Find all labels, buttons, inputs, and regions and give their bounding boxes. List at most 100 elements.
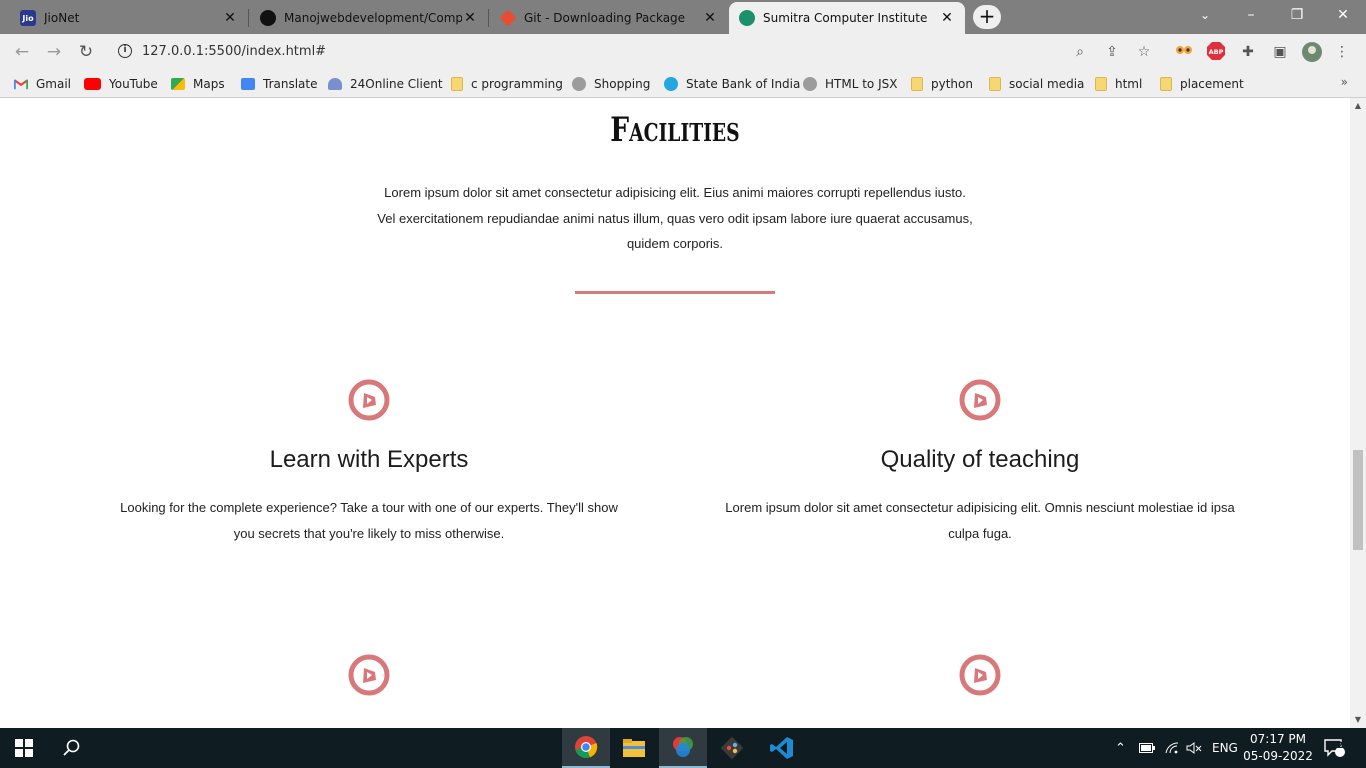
section-heading: Facilities <box>610 110 740 150</box>
address-bar[interactable]: i 127.0.0.1:5500/index.html# <box>110 38 1162 66</box>
minimize-button[interactable]: – <box>1228 0 1274 30</box>
git-icon[interactable] <box>708 728 756 768</box>
bookmark-label: c programming <box>471 77 563 91</box>
24online-icon <box>328 78 342 90</box>
extensions-puzzle-icon[interactable]: ✚ <box>1238 42 1258 62</box>
feature-card: Quality of teaching Lorem ipsum dolor si… <box>720 378 1240 558</box>
folder-icon <box>451 77 463 91</box>
close-icon[interactable]: ✕ <box>222 10 238 26</box>
bookmark-label: Gmail <box>36 77 72 91</box>
bookmark-html[interactable]: html <box>1095 75 1142 93</box>
extension-owl-icon[interactable] <box>1174 42 1194 62</box>
profile-avatar-icon[interactable] <box>1302 42 1322 62</box>
bookmark-translate[interactable]: Translate <box>241 75 318 93</box>
bookmark-c-programming[interactable]: c programming <box>451 75 563 93</box>
start-windows-icon[interactable] <box>0 728 48 768</box>
page-scrollbar[interactable]: ▲ ▼ <box>1350 98 1366 728</box>
browser-toolbar: ← → ↻ i 127.0.0.1:5500/index.html# ⌕ ⇪ ☆… <box>0 34 1366 70</box>
close-icon[interactable]: ✕ <box>702 10 718 26</box>
play-circle-icon <box>959 654 1001 696</box>
info-icon[interactable]: i <box>118 44 132 58</box>
bookmark-html-to-jsx[interactable]: HTML to JSX <box>803 75 897 93</box>
adblock-plus-icon[interactable]: ABP <box>1206 42 1226 62</box>
battery-icon[interactable] <box>1139 728 1155 768</box>
side-panel-icon[interactable]: ▣ <box>1270 42 1290 62</box>
tab-search-icon[interactable]: ⌄ <box>1182 0 1228 30</box>
new-tab-button[interactable]: + <box>973 5 1001 29</box>
scroll-up-icon[interactable]: ▲ <box>1350 98 1366 114</box>
close-window-button[interactable]: ✕ <box>1320 0 1366 30</box>
paint-icon[interactable] <box>659 728 707 768</box>
wifi-icon[interactable] <box>1165 728 1179 768</box>
feature-card <box>109 653 629 728</box>
back-icon[interactable]: ← <box>10 41 34 63</box>
menu-kebab-icon[interactable]: ⋮ <box>1332 42 1352 62</box>
folder-icon <box>989 77 1001 91</box>
youtube-icon <box>84 78 101 90</box>
bookmark-social-media[interactable]: social media <box>989 75 1084 93</box>
notifications-icon[interactable]: 2 <box>1324 728 1346 768</box>
feature-card: Learn with Experts Looking for the compl… <box>109 378 629 558</box>
bookmark-label: HTML to JSX <box>825 77 898 91</box>
bookmarks-bar: Gmail YouTube Maps Translate 24Online Cl… <box>0 70 1366 98</box>
bookmark-24online[interactable]: 24Online Client <box>328 75 443 93</box>
share-icon[interactable]: ⇪ <box>1102 42 1122 62</box>
folder-icon <box>1095 77 1107 91</box>
bookmark-label: placement <box>1180 77 1244 91</box>
chrome-icon[interactable] <box>562 728 610 768</box>
bookmark-python[interactable]: python <box>911 75 973 93</box>
bookmark-label: Translate <box>263 77 318 91</box>
play-circle-icon <box>959 379 1001 421</box>
tab-title: Manojwebdevelopment/Comput <box>284 11 462 25</box>
section-intro: Lorem ipsum dolor sit amet consectetur a… <box>377 185 973 251</box>
clock-time: 07:17 PM <box>1250 732 1306 746</box>
github-icon <box>260 10 276 26</box>
bookmark-star-icon[interactable]: ☆ <box>1134 42 1154 62</box>
bookmark-label: Maps <box>193 77 225 91</box>
search-icon[interactable] <box>48 728 96 768</box>
close-icon[interactable]: ✕ <box>462 10 478 26</box>
folder-icon <box>1160 77 1172 91</box>
bookmark-placement[interactable]: placement <box>1160 75 1244 93</box>
bookmark-label: social media <box>1009 77 1085 91</box>
scroll-down-icon[interactable]: ▼ <box>1350 712 1366 728</box>
bookmark-maps[interactable]: Maps <box>171 75 225 93</box>
play-circle-icon <box>348 654 390 696</box>
feature-title: Quality of teaching <box>880 446 1080 473</box>
bookmark-label: YouTube <box>109 77 158 91</box>
gmail-icon <box>14 79 28 90</box>
windows-taskbar: ⌃ ENG 07:17 PM 05-09-2022 2 <box>0 728 1366 768</box>
tab-jionet[interactable]: Jio JioNet ✕ <box>10 2 248 34</box>
tray-chevron-icon[interactable]: ⌃ <box>1115 728 1126 768</box>
bookmark-gmail[interactable]: Gmail <box>14 75 71 93</box>
language-indicator[interactable]: ENG <box>1212 728 1238 768</box>
maps-icon <box>171 78 185 90</box>
bookmark-youtube[interactable]: YouTube <box>84 75 158 93</box>
zoom-icon[interactable]: ⌕ <box>1070 42 1090 62</box>
tab-title: Sumitra Computer Institute <box>763 11 928 25</box>
vscode-icon[interactable] <box>758 728 806 768</box>
tab-sumitra[interactable]: Sumitra Computer Institute ✕ <box>729 2 965 34</box>
tab-strip: Jio JioNet ✕ Manojwebdevelopment/Comput … <box>0 0 1366 34</box>
bookmark-label: python <box>931 77 973 91</box>
volume-muted-icon[interactable] <box>1186 728 1202 768</box>
bookmarks-more-icon[interactable]: » <box>1341 75 1348 89</box>
sbi-icon <box>664 77 678 91</box>
reload-icon[interactable]: ↻ <box>74 41 98 63</box>
site-icon <box>739 10 755 26</box>
file-explorer-icon[interactable] <box>610 728 658 768</box>
system-clock[interactable]: 07:17 PM 05-09-2022 <box>1240 731 1316 765</box>
notifications-count: 2 <box>1337 741 1344 751</box>
forward-icon[interactable]: → <box>42 41 66 63</box>
scroll-thumb[interactable] <box>1353 450 1363 550</box>
close-icon[interactable]: ✕ <box>939 10 955 26</box>
bookmark-label: html <box>1115 77 1143 91</box>
restore-button[interactable]: ❐ <box>1274 0 1320 30</box>
tab-separator <box>488 9 489 27</box>
tab-separator <box>248 9 249 27</box>
tab-git[interactable]: Git - Downloading Package ✕ <box>490 2 728 34</box>
clock-date: 05-09-2022 <box>1243 749 1313 763</box>
bookmark-sbi[interactable]: State Bank of India <box>664 75 800 93</box>
bookmark-shopping[interactable]: Shopping <box>572 75 650 93</box>
tab-github[interactable]: Manojwebdevelopment/Comput ✕ <box>250 2 488 34</box>
